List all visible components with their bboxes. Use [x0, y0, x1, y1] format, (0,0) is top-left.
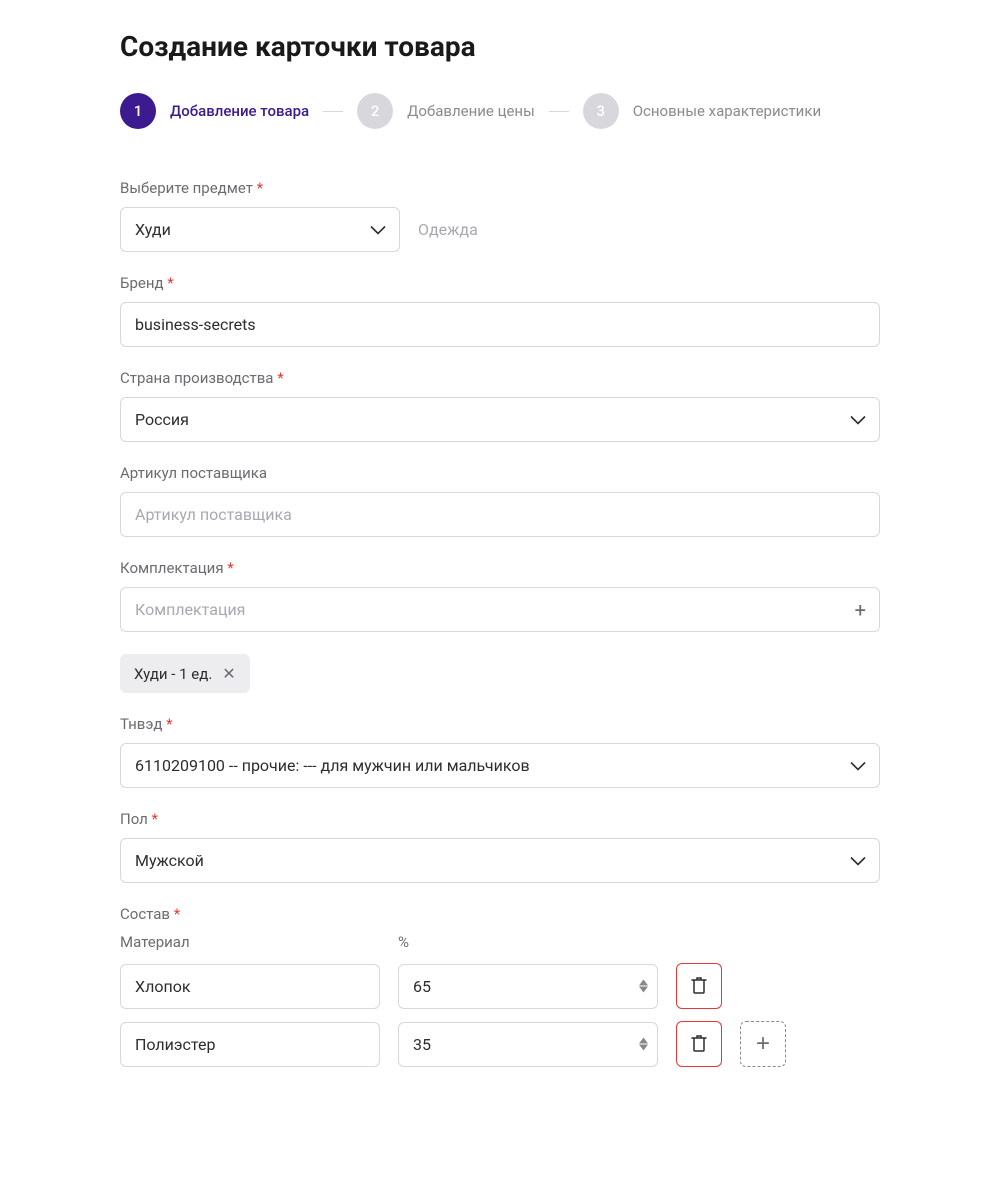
composition-col-material: Материал: [120, 933, 380, 951]
delete-row-button[interactable]: [676, 963, 722, 1009]
composition-row: +: [120, 1021, 880, 1067]
step-2[interactable]: 2 Добавление цены: [357, 93, 535, 129]
brand-label: Бренд: [120, 274, 880, 292]
brand-input[interactable]: [120, 302, 880, 347]
step-1-label: Добавление товара: [170, 102, 309, 120]
trash-icon: [689, 975, 709, 998]
tnved-label: Тнвэд: [120, 715, 880, 733]
supplier-sku-label: Артикул поставщика: [120, 464, 880, 482]
gender-select[interactable]: [120, 838, 880, 883]
subject-select[interactable]: [120, 207, 400, 252]
country-select[interactable]: [120, 397, 880, 442]
subject-category: Одежда: [418, 220, 478, 239]
kit-input[interactable]: [120, 587, 880, 632]
composition-row: [120, 963, 880, 1009]
step-3-label: Основные характеристики: [633, 102, 821, 120]
country-label: Страна производства: [120, 369, 880, 387]
subject-label: Выберите предмет: [120, 179, 880, 197]
composition-pct-input[interactable]: [398, 964, 658, 1009]
kit-label: Комплектация: [120, 559, 880, 577]
step-3-num: 3: [583, 93, 619, 129]
kit-tag: Худи - 1 ед. ✕: [120, 654, 250, 693]
add-row-button[interactable]: +: [740, 1021, 786, 1067]
composition-pct-input[interactable]: [398, 1022, 658, 1067]
step-separator: [549, 111, 569, 112]
composition-material-input[interactable]: [120, 1022, 380, 1067]
tnved-select[interactable]: [120, 743, 880, 788]
kit-tag-text: Худи - 1 ед.: [134, 665, 212, 683]
supplier-sku-input[interactable]: [120, 492, 880, 537]
trash-icon: [689, 1033, 709, 1056]
step-1-num: 1: [120, 93, 156, 129]
composition-col-pct: %: [398, 933, 658, 951]
page-title: Создание карточки товара: [120, 30, 880, 63]
step-3[interactable]: 3 Основные характеристики: [583, 93, 821, 129]
plus-icon: +: [756, 1030, 770, 1058]
gender-label: Пол: [120, 810, 880, 828]
close-icon[interactable]: ✕: [222, 664, 235, 683]
step-1[interactable]: 1 Добавление товара: [120, 93, 309, 129]
composition-material-input[interactable]: [120, 964, 380, 1009]
step-separator: [323, 111, 343, 112]
step-2-num: 2: [357, 93, 393, 129]
step-2-label: Добавление цены: [407, 102, 535, 120]
stepper: 1 Добавление товара 2 Добавление цены 3 …: [120, 93, 880, 129]
delete-row-button[interactable]: [676, 1021, 722, 1067]
composition-label: Состав: [120, 905, 880, 923]
